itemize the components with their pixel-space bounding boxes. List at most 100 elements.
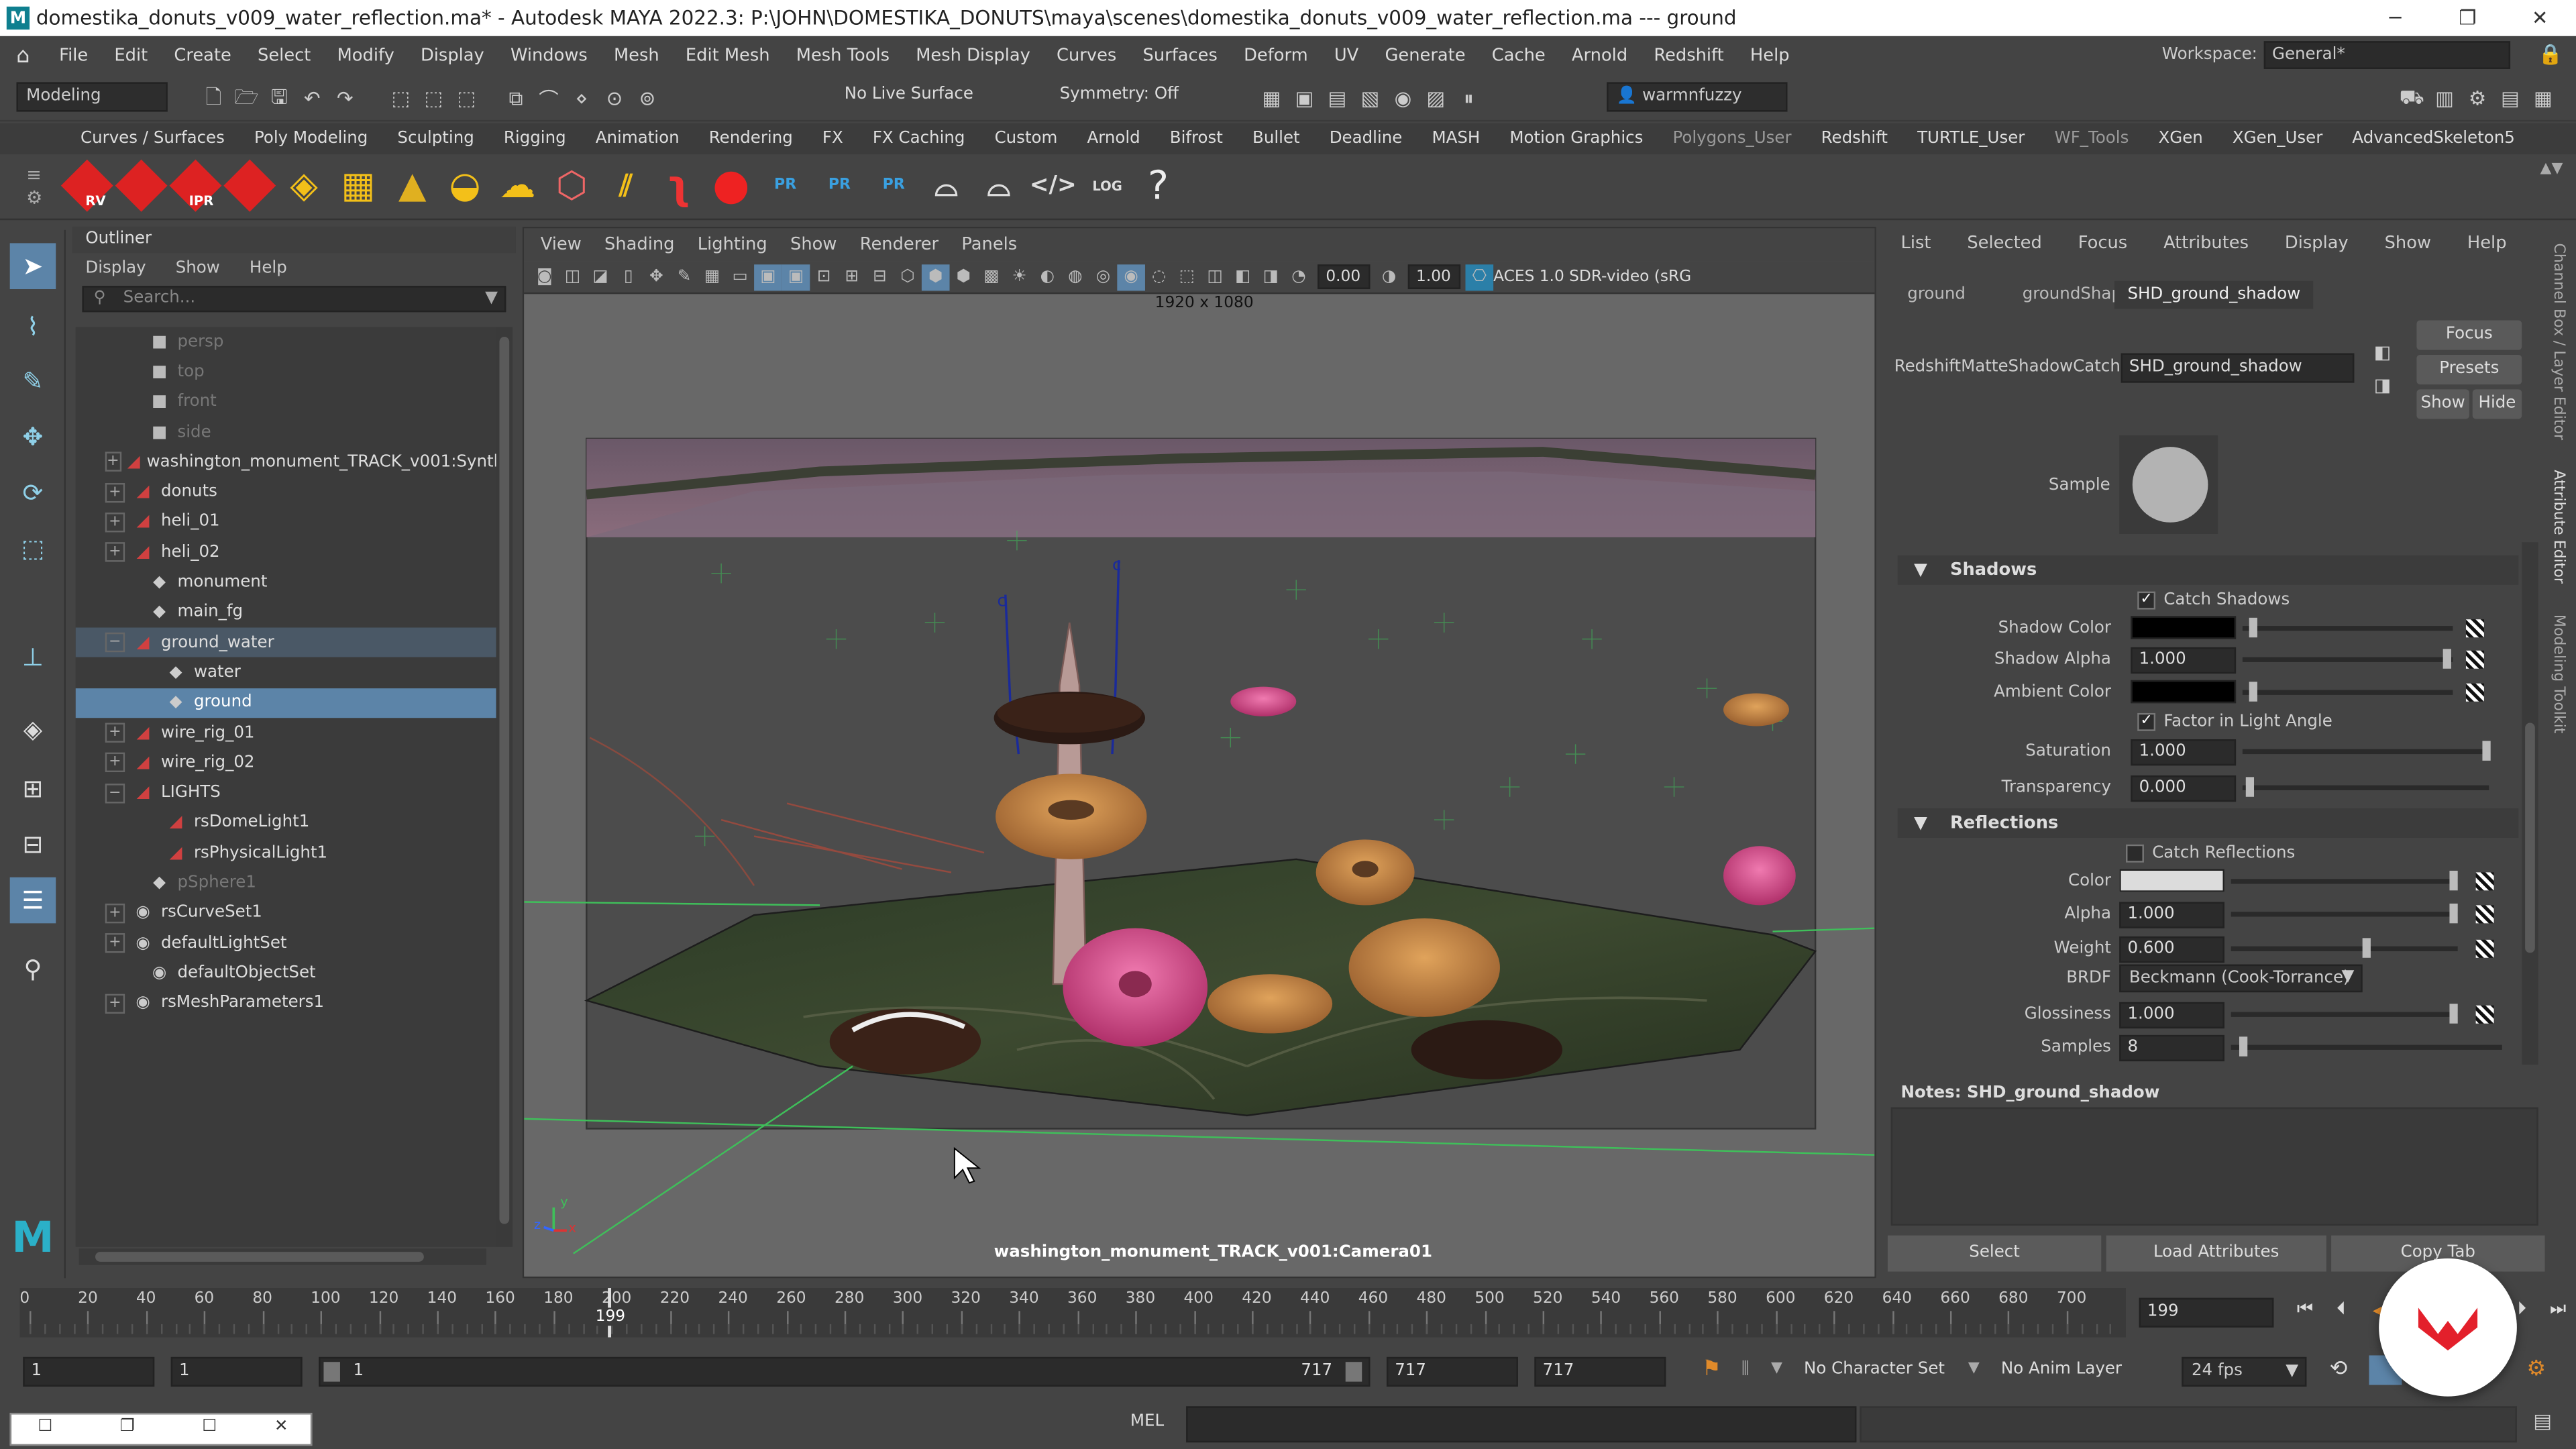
shelf-tab-turtle-user[interactable]: TURTLE_User: [1902, 123, 2039, 155]
material-sample-swatch[interactable]: [2119, 435, 2218, 534]
range-start-handle[interactable]: [323, 1362, 340, 1382]
shadow-alpha-map-icon[interactable]: [2465, 650, 2484, 669]
ae-menu-list[interactable]: List: [1900, 233, 1931, 253]
shelf-menu-icon[interactable]: ≡: [26, 164, 42, 186]
outliner-layout-icon[interactable]: ☰: [9, 877, 56, 924]
catch-reflections-checkbox[interactable]: [2126, 844, 2144, 863]
shelf-tab-fx[interactable]: FX: [808, 123, 858, 155]
shelf-tab-wf-tools[interactable]: WF_Tools: [2039, 123, 2143, 155]
outliner-toggle-icon[interactable]: ▦: [2527, 82, 2560, 115]
hide-button[interactable]: Hide: [2472, 389, 2522, 419]
channel-box-icon[interactable]: ▤: [2494, 82, 2527, 115]
rs-dome-light-icon[interactable]: ◒: [440, 161, 489, 210]
wireframe-icon[interactable]: ⬡: [894, 264, 922, 290]
scene-start-field[interactable]: 1: [23, 1356, 155, 1387]
ipr-render-icon[interactable]: ▤: [1321, 82, 1354, 115]
screen-space-ao-icon[interactable]: ◍: [1061, 264, 1089, 290]
minimized-windows-strip[interactable]: ☐ ❐ ☐ ✕: [9, 1413, 313, 1446]
snap-view-icon[interactable]: ⊙: [598, 82, 631, 115]
transparency-slider[interactable]: [2242, 777, 2489, 797]
show-manipulator-icon[interactable]: ⊥: [10, 634, 56, 680]
current-frame-field[interactable]: 199: [2139, 1297, 2274, 1328]
expand-toggle-icon[interactable]: +: [105, 903, 125, 923]
glossiness-slider[interactable]: [2231, 1004, 2458, 1024]
menu-file[interactable]: File: [46, 46, 101, 66]
samples-field[interactable]: 8: [2119, 1034, 2224, 1062]
ae-menu-selected[interactable]: Selected: [1967, 233, 2042, 253]
rs-batch-render-icon[interactable]: [115, 159, 168, 212]
tab-ground[interactable]: ground: [1894, 281, 1979, 309]
playback-end-field[interactable]: 717: [1386, 1356, 1518, 1387]
anim-layer-arrow-icon[interactable]: ▼: [1968, 1360, 1980, 1377]
transparency-field[interactable]: 0.000: [2131, 775, 2237, 802]
snap-live-icon[interactable]: ⊚: [631, 82, 663, 115]
exposure-field[interactable]: 0.00: [1318, 264, 1371, 290]
depth-of-field-icon[interactable]: ◌: [1145, 264, 1173, 290]
viewport-menu-renderer[interactable]: Renderer: [860, 235, 938, 254]
expand-toggle-icon[interactable]: +: [105, 452, 121, 472]
open-scene-icon[interactable]: 🗁: [230, 82, 263, 115]
time-ruler[interactable]: 0 20 40 60 80 100 120 140 160 180 200 220 240 260 280 3…: [19, 1288, 2127, 1338]
menu-cache[interactable]: Cache: [1479, 46, 1558, 66]
rs-pause-icon[interactable]: ⏸: [1452, 82, 1485, 115]
single-perspective-layout-icon[interactable]: ◈: [10, 706, 56, 753]
live-surface-label[interactable]: No Live Surface: [845, 85, 973, 103]
go-to-start-icon[interactable]: ⏮: [2287, 1298, 2323, 1321]
presets-button[interactable]: Presets: [2416, 354, 2522, 385]
home-icon[interactable]: ⌂: [0, 44, 46, 68]
rotate-tool-icon[interactable]: ⟳: [10, 470, 56, 516]
reflection-weight-field[interactable]: 0.600: [2119, 936, 2224, 963]
image-plane-icon[interactable]: ▯: [614, 264, 643, 290]
menu-select[interactable]: Select: [244, 46, 324, 66]
viewport-menu-show[interactable]: Show: [790, 235, 837, 254]
select-hierarchy-icon[interactable]: ⬚: [384, 82, 417, 115]
paint-select-tool-icon[interactable]: ✎: [10, 358, 56, 405]
outliner-row[interactable]: ■ persp: [76, 327, 496, 357]
ae-menu-help[interactable]: Help: [2467, 233, 2507, 253]
minimize-button[interactable]: ─: [2359, 0, 2432, 36]
gamma-icon[interactable]: ◑: [1375, 264, 1403, 290]
outliner-menu-display[interactable]: Display: [85, 259, 146, 277]
rs-pr-icon-1[interactable]: PR: [761, 161, 810, 210]
ambient-color-slider[interactable]: [2242, 682, 2453, 702]
rs-grid-icon[interactable]: ▦: [333, 161, 382, 210]
menu-redshift[interactable]: Redshift: [1641, 46, 1737, 66]
fps-dropdown[interactable]: 24 fps ▼: [2182, 1356, 2307, 1387]
move-tool-icon[interactable]: ✥: [10, 414, 56, 460]
range-slider-bar[interactable]: 1 717: [319, 1356, 1371, 1387]
rs-material-icon[interactable]: ʅ: [654, 161, 703, 210]
outliner-row[interactable]: ◆ main_fg: [76, 598, 496, 628]
rs-bowl-icon-1[interactable]: ⌓: [922, 161, 971, 210]
hypershade-icon[interactable]: ◉: [1387, 82, 1419, 115]
render-view-icon[interactable]: ▧: [1354, 82, 1387, 115]
shelf-tab-motion-graphics[interactable]: Motion Graphics: [1495, 123, 1658, 155]
outliner-row[interactable]: ◆ water: [76, 657, 496, 688]
shadow-color-swatch[interactable]: [2131, 616, 2237, 639]
rs-bowl-icon-2[interactable]: ⌓: [974, 161, 1023, 210]
outliner-row[interactable]: ◆ monument: [76, 568, 496, 598]
maximize-button[interactable]: ❐: [2432, 0, 2504, 36]
factor-light-angle-checkbox[interactable]: ✓: [2137, 712, 2156, 731]
reflection-weight-slider[interactable]: [2231, 938, 2458, 958]
shelf-tab-redshift[interactable]: Redshift: [1807, 123, 1902, 155]
lock-icon[interactable]: 🔒: [2538, 43, 2563, 66]
save-scene-icon[interactable]: 🖫: [263, 82, 296, 115]
safe-action-icon[interactable]: ⊞: [838, 264, 866, 290]
outliner-row[interactable]: − ◢ LIGHTS: [76, 777, 496, 808]
shadows-icon[interactable]: ◐: [1033, 264, 1061, 290]
outliner-list[interactable]: ■ persp ■ top ■ front ■ side + ◢ washington_monume…: [75, 327, 496, 1247]
shadow-color-map-icon[interactable]: [2465, 619, 2484, 638]
shadow-alpha-slider[interactable]: [2242, 649, 2453, 669]
glossiness-field[interactable]: 1.000: [2119, 1002, 2224, 1029]
step-back-key-icon[interactable]: ⏴: [2323, 1298, 2359, 1321]
field-chart-icon[interactable]: ⊡: [810, 264, 838, 290]
command-input[interactable]: [1186, 1406, 1857, 1443]
xray-icon[interactable]: ◫: [1201, 264, 1229, 290]
notes-textarea[interactable]: [1890, 1107, 2538, 1226]
menu-surfaces[interactable]: Surfaces: [1130, 46, 1231, 66]
expand-toggle-icon[interactable]: +: [105, 512, 125, 533]
wireframe-on-shaded-icon[interactable]: ⬢: [950, 264, 978, 290]
render-frame-icon[interactable]: ▣: [1288, 82, 1321, 115]
shelf-tab-bullet[interactable]: Bullet: [1238, 123, 1315, 155]
2d-pan-zoom-icon[interactable]: ✥: [643, 264, 671, 290]
